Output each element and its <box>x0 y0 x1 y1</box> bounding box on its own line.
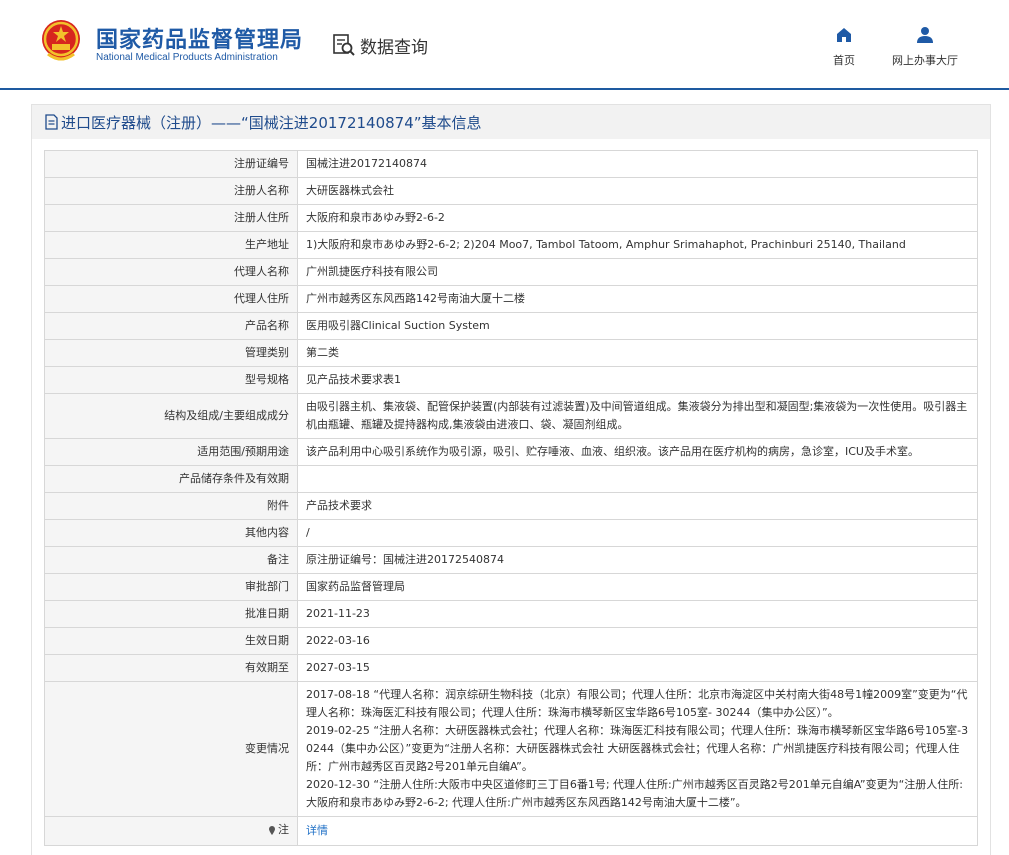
changes-value: 2017-08-18 “代理人名称：润京综研生物科技（北京）有限公司；代理人住所… <box>297 681 978 817</box>
changes-key: 变更情况 <box>44 681 298 817</box>
table-row: 管理类别 第二类 <box>44 339 978 367</box>
table-row: 产品名称 医用吸引器Clinical Suction System <box>44 312 978 340</box>
row-key: 审批部门 <box>44 573 298 601</box>
table-row: 有效期至 2027-03-15 <box>44 654 978 682</box>
panel-title: 进口医疗器械（注册）——“国械注进20172140874”基本信息 <box>32 105 990 139</box>
nav-online-service-hall-label: 网上办事大厅 <box>892 54 958 67</box>
change-entry: 2019-02-25 “注册人名称：大研医器株式会社；代理人名称：珠海医汇科技有… <box>306 724 969 773</box>
data-query-icon <box>333 34 355 56</box>
table-row: 代理人住所 广州市越秀区东风西路142号南油大厦十二楼 <box>44 285 978 313</box>
row-key: 批准日期 <box>44 600 298 628</box>
detail-panel: 进口医疗器械（注册）——“国械注进20172140874”基本信息 注册证编号国… <box>31 104 991 855</box>
row-value: 第二类 <box>297 339 978 367</box>
national-emblem-icon <box>42 20 80 61</box>
table-row-note: 注 详情 <box>44 816 978 846</box>
row-key: 适用范围/预期用途 <box>44 438 298 466</box>
nav-online-service-hall[interactable]: 网上办事大厅 <box>884 26 966 68</box>
note-value: 详情 <box>297 816 978 846</box>
row-key: 结构及组成/主要组成成分 <box>44 393 298 439</box>
row-key: 代理人住所 <box>44 285 298 313</box>
row-value: 产品技术要求 <box>297 492 978 520</box>
row-value: 广州市越秀区东风西路142号南油大厦十二楼 <box>297 285 978 313</box>
registration-info-table: 注册证编号 国械注进20172140874 注册人名称 大研医器株式会社 注册人住所… <box>44 150 978 846</box>
row-value: 国家药品监督管理局 <box>297 573 978 601</box>
change-entry: 2017-08-18 “代理人名称：润京综研生物科技（北京）有限公司；代理人住所… <box>306 688 968 719</box>
table-row: 附件 产品技术要求 <box>44 492 978 520</box>
row-value <box>297 465 978 493</box>
row-value: 1)大阪府和泉市あゆみ野2-6-2; 2)204 Moo7, Tambol Ta… <box>297 231 978 259</box>
table-row: 其他内容 / <box>44 519 978 547</box>
data-query-label: 数据查询 <box>360 37 428 58</box>
row-value: 医用吸引器Clinical Suction System <box>297 312 978 340</box>
table-row: 适用范围/预期用途 该产品利用中心吸引系统作为吸引源，吸引、贮存唾液、血液、组织液… <box>44 438 978 466</box>
pin-icon <box>269 825 275 835</box>
brand-title-en: National Medical Products Administration <box>96 52 278 63</box>
table-row: 型号规格 见产品技术要求表1 <box>44 366 978 394</box>
table-row: 代理人名称 广州凯捷医疗科技有限公司 <box>44 258 978 286</box>
nav-home-label: 首页 <box>833 54 855 67</box>
table-row: 批准日期 2021-11-23 <box>44 600 978 628</box>
table-row: 注册人住所 大阪府和泉市あゆみ野2-6-2 <box>44 204 978 232</box>
row-value: 国械注进20172140874 <box>297 150 978 178</box>
row-key: 产品名称 <box>44 312 298 340</box>
row-value: 大阪府和泉市あゆみ野2-6-2 <box>297 204 978 232</box>
change-entry: 2020-12-30 “注册人住所:大阪市中央区道修町三丁目6番1号; 代理人住… <box>306 778 963 809</box>
row-value: 原注册证编号：国械注进20172540874 <box>297 546 978 574</box>
row-key: 备注 <box>44 546 298 574</box>
table-row: 注册人名称 大研医器株式会社 <box>44 177 978 205</box>
row-key: 生产地址 <box>44 231 298 259</box>
row-value: 2022-03-16 <box>297 627 978 655</box>
table-row: 生产地址 1)大阪府和泉市あゆみ野2-6-2; 2)204 Moo7, Tambo… <box>44 231 978 259</box>
table-row: 备注 原注册证编号：国械注进20172540874 <box>44 546 978 574</box>
row-value: 2021-11-23 <box>297 600 978 628</box>
row-value: 由吸引器主机、集液袋、配管保护装置(内部装有过滤装置)及中间管道组成。集液袋分为… <box>297 393 978 439</box>
table-row: 审批部门 国家药品监督管理局 <box>44 573 978 601</box>
table-row: 产品储存条件及有效期 <box>44 465 978 493</box>
row-value: 该产品利用中心吸引系统作为吸引源，吸引、贮存唾液、血液、组织液。该产品用在医疗机… <box>297 438 978 466</box>
table-row: 注册证编号 国械注进20172140874 <box>44 150 978 178</box>
note-key-label: 注 <box>278 823 289 836</box>
row-key: 管理类别 <box>44 339 298 367</box>
row-key: 注册人名称 <box>44 177 298 205</box>
row-value: / <box>297 519 978 547</box>
row-value: 广州凯捷医疗科技有限公司 <box>297 258 978 286</box>
home-icon <box>837 28 851 42</box>
row-key: 代理人名称 <box>44 258 298 286</box>
panel-title-text: 进口医疗器械（注册）——“国械注进20172140874”基本信息 <box>61 113 482 132</box>
row-key: 产品储存条件及有效期 <box>44 465 298 493</box>
data-query-section[interactable]: 数据查询 <box>332 32 428 58</box>
document-icon <box>45 114 58 130</box>
details-link[interactable]: 详情 <box>306 824 328 837</box>
row-key: 其他内容 <box>44 519 298 547</box>
row-key: 型号规格 <box>44 366 298 394</box>
row-key: 注册人住所 <box>44 204 298 232</box>
row-value: 大研医器株式会社 <box>297 177 978 205</box>
note-key: 注 <box>44 816 298 846</box>
row-key: 附件 <box>44 492 298 520</box>
row-value: 2027-03-15 <box>297 654 978 682</box>
brand-title-cn: 国家药品监督管理局 <box>96 28 304 53</box>
nav-home[interactable]: 首页 <box>826 26 862 68</box>
row-key: 注册证编号 <box>44 150 298 178</box>
table-row-changes: 变更情况 2017-08-18 “代理人名称：润京综研生物科技（北京）有限公司；… <box>44 681 978 817</box>
site-header: 国家药品监督管理局 National Medical Products Admi… <box>0 0 1009 90</box>
table-row: 结构及组成/主要组成成分 由吸引器主机、集液袋、配管保护装置(内部装有过滤装置)及… <box>44 393 978 439</box>
row-key: 有效期至 <box>44 654 298 682</box>
user-icon <box>917 27 933 43</box>
table-row: 生效日期 2022-03-16 <box>44 627 978 655</box>
detail-sheet: 注册证编号 国械注进20172140874 注册人名称 大研医器株式会社 注册人住所… <box>32 139 990 855</box>
row-key: 生效日期 <box>44 627 298 655</box>
row-value: 见产品技术要求表1 <box>297 366 978 394</box>
